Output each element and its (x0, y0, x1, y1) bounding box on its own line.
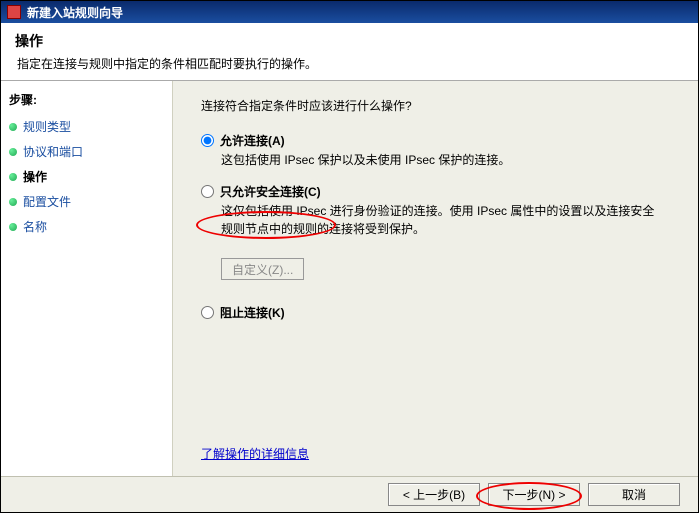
more-info-link[interactable]: 了解操作的详细信息 (201, 445, 309, 462)
firewall-icon (7, 5, 21, 19)
bullet-icon (9, 173, 17, 181)
wizard-body: 步骤: 规则类型 协议和端口 操作 配置文件 名称 连接符合指定条件时应该进行什… (1, 81, 698, 476)
step-label: 协议和端口 (23, 143, 83, 160)
step-rule-type[interactable]: 规则类型 (9, 118, 164, 135)
radio-allow[interactable] (201, 134, 214, 147)
option-allow[interactable]: 允许连接(A) (201, 132, 678, 149)
steps-sidebar: 步骤: 规则类型 协议和端口 操作 配置文件 名称 (1, 81, 173, 476)
radio-block[interactable] (201, 306, 214, 319)
bullet-icon (9, 223, 17, 231)
content-pane: 连接符合指定条件时应该进行什么操作? 允许连接(A) 这包括使用 IPsec 保… (173, 81, 698, 476)
titlebar: 新建入站规则向导 (1, 1, 698, 23)
step-label: 配置文件 (23, 193, 71, 210)
option-allow-secure[interactable]: 只允许安全连接(C) (201, 183, 678, 200)
steps-heading: 步骤: (9, 91, 164, 108)
step-profile[interactable]: 配置文件 (9, 193, 164, 210)
wizard-footer: < 上一步(B) 下一步(N) > 取消 (1, 476, 698, 512)
bullet-icon (9, 198, 17, 206)
step-label: 规则类型 (23, 118, 71, 135)
option-allow-secure-desc: 这仅包括使用 IPsec 进行身份验证的连接。使用 IPsec 属性中的设置以及… (221, 202, 661, 238)
wizard-header: 操作 指定在连接与规则中指定的条件相匹配时要执行的操作。 (1, 23, 698, 81)
back-button[interactable]: < 上一步(B) (388, 483, 480, 506)
bullet-icon (9, 148, 17, 156)
page-title: 操作 (15, 31, 684, 51)
step-name[interactable]: 名称 (9, 218, 164, 235)
option-block[interactable]: 阻止连接(K) (201, 304, 678, 321)
bullet-icon (9, 123, 17, 131)
customize-button: 自定义(Z)... (221, 258, 304, 280)
option-allow-secure-label[interactable]: 只允许安全连接(C) (220, 183, 321, 200)
next-button[interactable]: 下一步(N) > (488, 483, 580, 506)
step-label: 操作 (23, 168, 47, 185)
step-action[interactable]: 操作 (9, 168, 164, 185)
page-subtitle: 指定在连接与规则中指定的条件相匹配时要执行的操作。 (17, 55, 684, 72)
cancel-button[interactable]: 取消 (588, 483, 680, 506)
option-block-label[interactable]: 阻止连接(K) (220, 304, 285, 321)
prompt-text: 连接符合指定条件时应该进行什么操作? (201, 97, 678, 114)
option-allow-desc: 这包括使用 IPsec 保护以及未使用 IPsec 保护的连接。 (221, 151, 661, 169)
step-label: 名称 (23, 218, 47, 235)
window-title: 新建入站规则向导 (27, 4, 123, 21)
option-allow-label[interactable]: 允许连接(A) (220, 132, 285, 149)
radio-allow-secure[interactable] (201, 185, 214, 198)
step-protocol-ports[interactable]: 协议和端口 (9, 143, 164, 160)
